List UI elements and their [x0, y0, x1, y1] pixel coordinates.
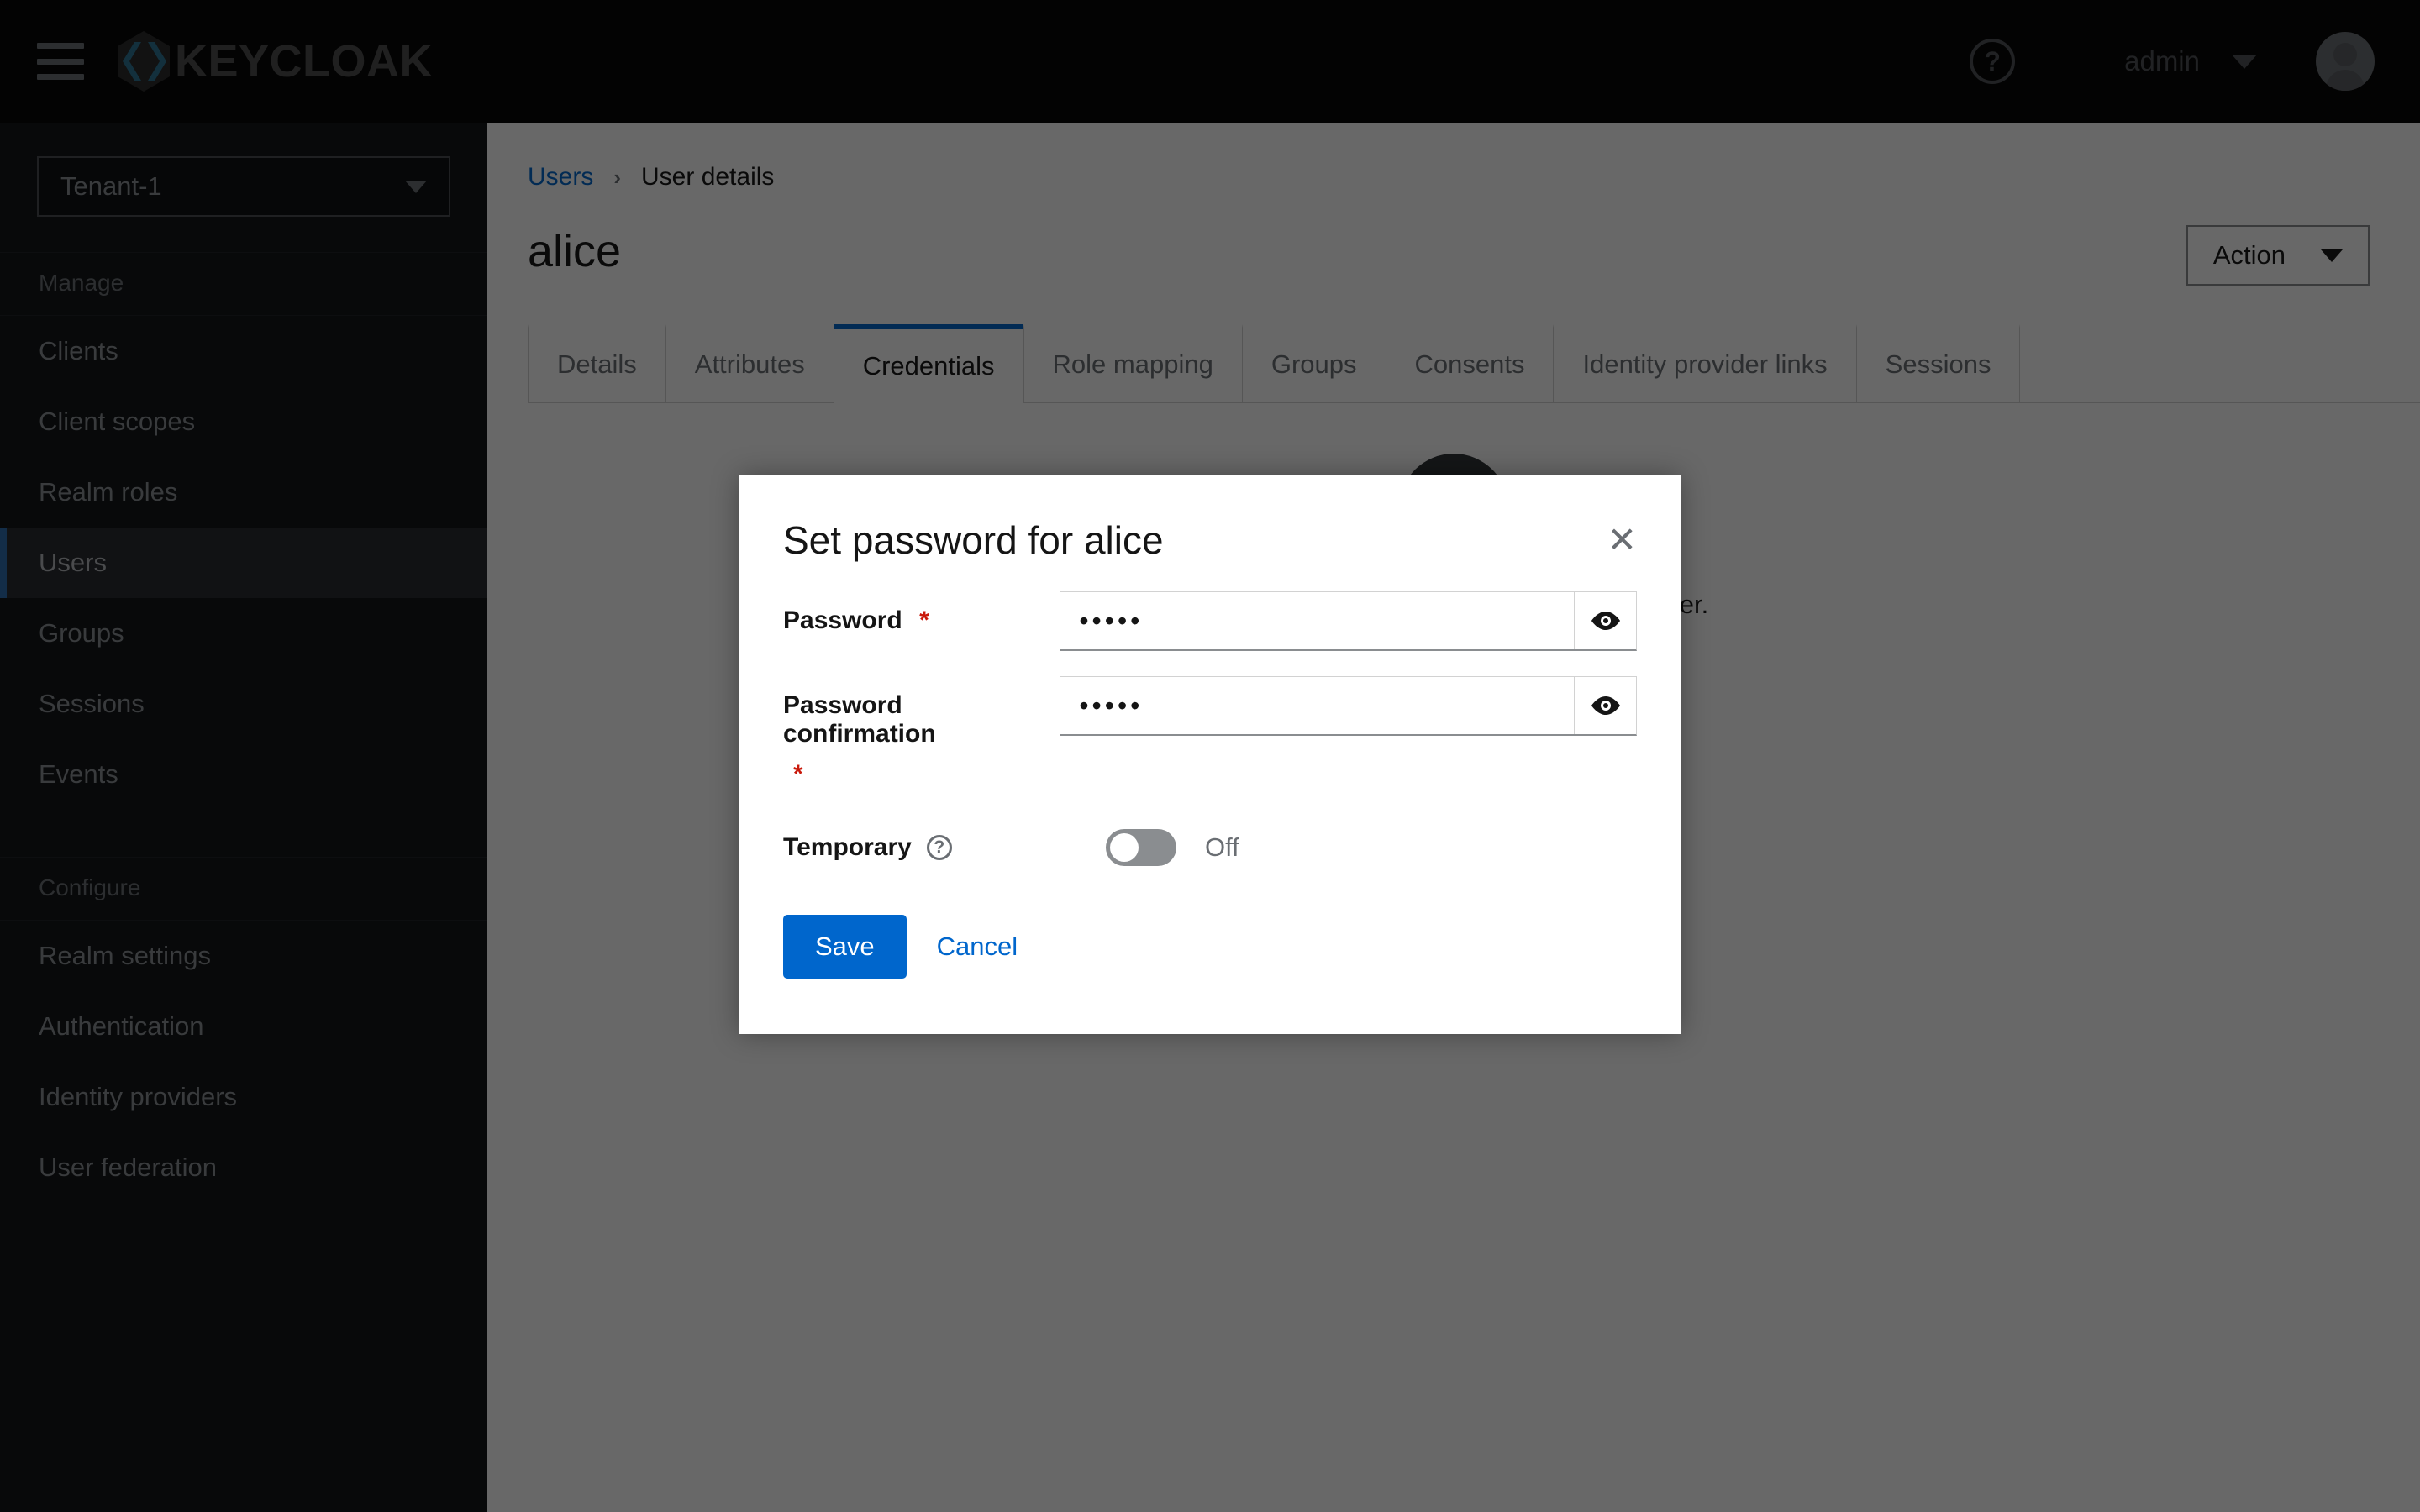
password-label-wrapper: Password *: [783, 591, 1060, 635]
password-confirmation-reveal-button[interactable]: [1574, 677, 1636, 734]
password-confirmation-input[interactable]: [1060, 677, 1574, 734]
temporary-toggle-switch[interactable]: [1106, 829, 1176, 866]
password-reveal-button[interactable]: [1574, 592, 1636, 649]
temporary-form-row: Temporary ? Off: [783, 829, 1637, 866]
cancel-button[interactable]: Cancel: [937, 932, 1018, 962]
password-label: Password: [783, 606, 902, 634]
keycloak-admin-console: KEYCLOAK ? admin Tenant-1 Manage Clients…: [0, 0, 2420, 1512]
save-button[interactable]: Save: [783, 915, 907, 979]
password-confirmation-form-row: Password confirmation *: [783, 676, 1637, 789]
password-confirmation-input-group: [1060, 676, 1637, 736]
eye-icon: [1590, 695, 1622, 717]
required-marker: *: [919, 606, 929, 634]
modal-footer: Save Cancel: [739, 866, 1681, 979]
password-confirmation-label: Password confirmation: [783, 691, 936, 748]
temporary-toggle-state: Off: [1205, 832, 1239, 863]
password-confirmation-label-wrapper: Password confirmation *: [783, 676, 1060, 789]
password-input-group: [1060, 591, 1637, 651]
question-circle-icon[interactable]: ?: [927, 835, 952, 860]
modal-header: Set password for alice ✕: [739, 475, 1681, 563]
modal-title: Set password for alice: [783, 517, 1164, 563]
temporary-label-wrapper: Temporary ?: [783, 833, 1060, 862]
required-marker: *: [793, 760, 1060, 789]
modal-body: Password * Passwor: [739, 563, 1681, 866]
temporary-label: Temporary: [783, 833, 912, 862]
eye-icon: [1590, 610, 1622, 632]
password-form-row: Password *: [783, 591, 1637, 651]
set-password-modal: Set password for alice ✕ Password *: [739, 475, 1681, 1034]
password-input[interactable]: [1060, 592, 1574, 649]
close-x-icon[interactable]: ✕: [1607, 522, 1637, 558]
